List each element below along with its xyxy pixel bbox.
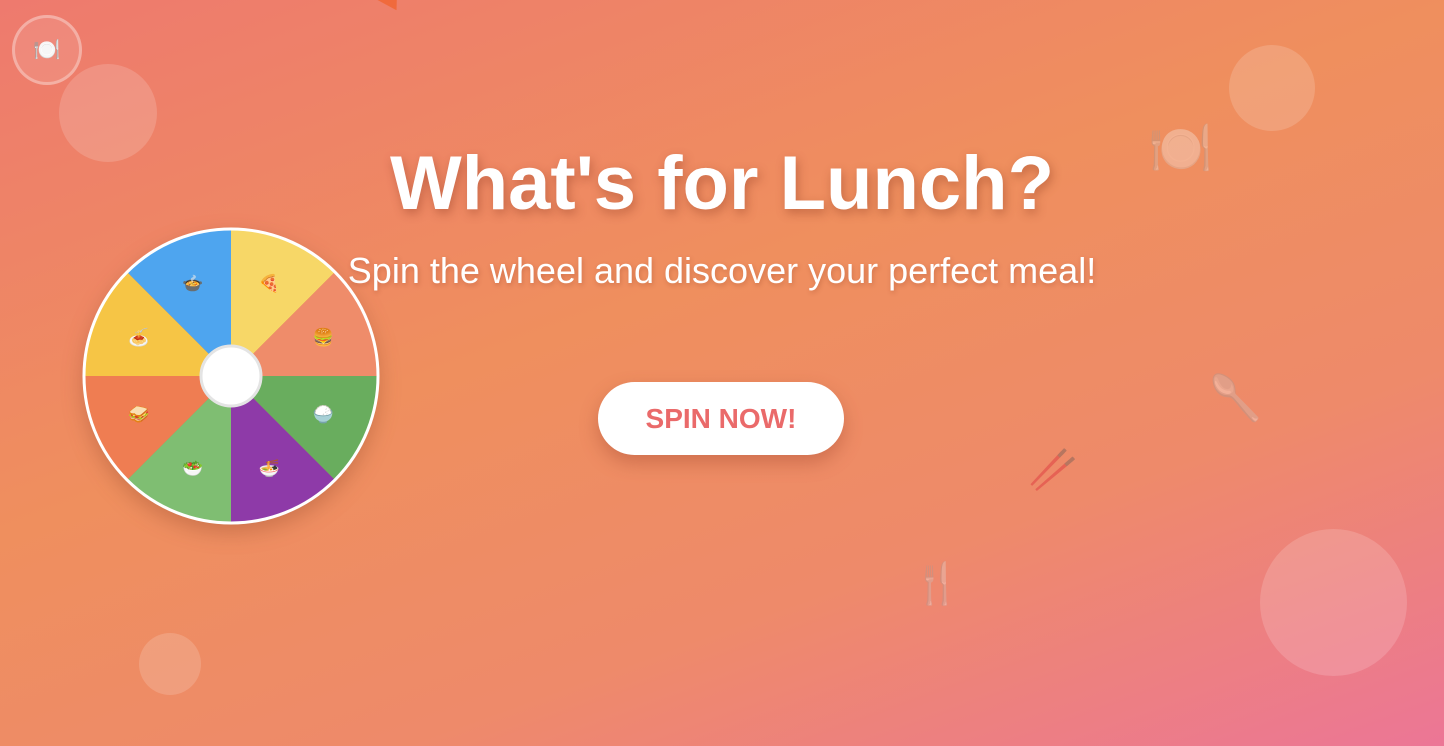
- background-bubble: [1229, 45, 1315, 131]
- pizza-icon: 🍕: [259, 273, 280, 293]
- logo-button[interactable]: 🍽️: [12, 15, 82, 85]
- sandwich-icon: 🥪: [128, 405, 149, 424]
- spaghetti-icon: 🍝: [128, 327, 149, 347]
- chopsticks-icon: 🥢: [1028, 448, 1078, 492]
- soup-icon: 🍲: [182, 274, 203, 293]
- burger-icon: 🍔: [313, 327, 334, 347]
- rice-icon: 🍚: [313, 404, 335, 424]
- food-wheel[interactable]: 🍕 🍔 🍚 🍜 🥗 🥪 🍝 🍲: [82, 227, 380, 525]
- salad-icon: 🥗: [182, 459, 203, 478]
- background-bubble: [1260, 529, 1407, 676]
- fork-and-knife-icon: 🍴: [912, 562, 962, 606]
- background-bubble: [139, 633, 201, 695]
- wheel-hub: [199, 344, 263, 408]
- wheel-pointer: [369, 0, 411, 19]
- spin-button[interactable]: SPIN NOW!: [598, 382, 844, 455]
- page-title: What's for Lunch?: [390, 141, 1054, 226]
- spoon-icon: 🥄: [1208, 374, 1263, 423]
- wheel-graphic: 🍕 🍔 🍚 🍜 🥗 🥪 🍝 🍲: [82, 227, 380, 525]
- plate-with-cutlery-icon: 🍽️: [33, 37, 61, 62]
- noodles-icon: 🍜: [259, 459, 280, 478]
